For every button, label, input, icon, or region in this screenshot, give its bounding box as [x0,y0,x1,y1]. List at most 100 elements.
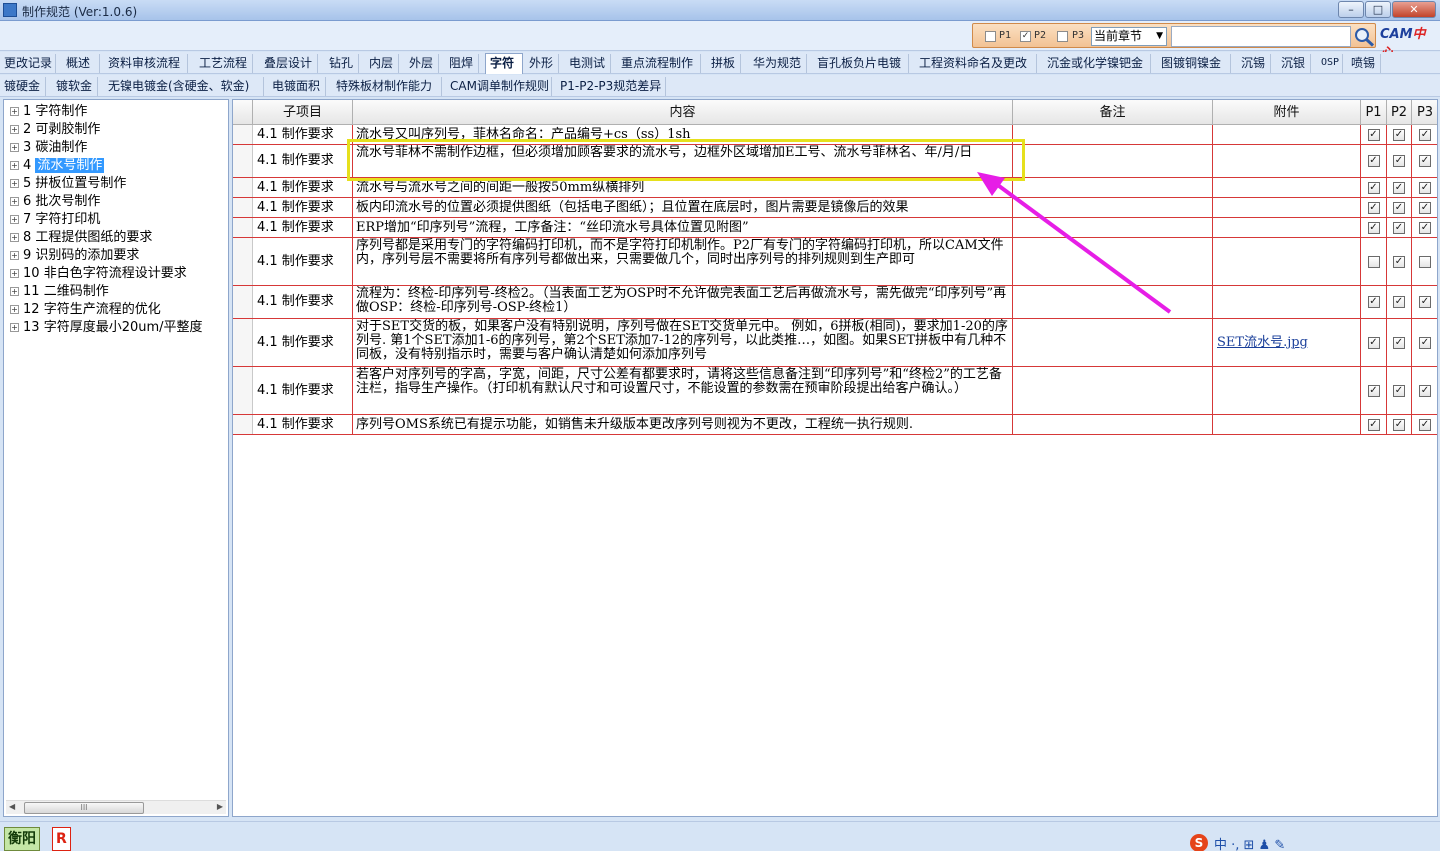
cell-remark[interactable] [1013,415,1213,434]
cell-sub[interactable]: 4.1 制作要求 [253,178,353,197]
tab-tabs_row1-9[interactable]: 字符 [485,53,523,74]
tab-tabs_row1-4[interactable]: 叠层设计 [260,54,318,73]
cell-p3[interactable]: ✓ [1412,238,1437,285]
cell-attach[interactable] [1213,218,1361,237]
cell-remark[interactable] [1013,367,1213,414]
scroll-thumb[interactable]: III [24,802,144,814]
cell-p2[interactable]: ✓ [1387,238,1412,285]
cell-p2[interactable]: ✓ [1387,178,1412,197]
cell-content[interactable]: 流程为：终检-印序列号-终检2。（当表面工艺为OSP时不允许做完表面工艺后再做流… [353,286,1013,318]
cell-content[interactable]: 序列号都是采用专门的字符编码打印机，而不是字符打印机制作。P2厂有专门的字符编码… [353,238,1013,285]
tab-tabs_row1-8[interactable]: 阻焊 [445,54,479,73]
cell-content[interactable]: ERP增加“印序列号”流程，工序备注：“丝印流水号具体位置见附图” [353,218,1013,237]
cell-attach[interactable] [1213,415,1361,434]
expand-icon[interactable]: + [10,179,19,188]
search-icon[interactable] [1353,26,1375,47]
p1-checkbox[interactable]: ✓ [1367,418,1380,431]
p2-checkbox[interactable]: ✓ [1393,384,1405,397]
tab-tabs_row1-1[interactable]: 概述 [62,54,100,73]
tab-tabs_row1-19[interactable]: 沉锡 [1237,54,1271,73]
cell-attach[interactable] [1213,286,1361,318]
maximize-button[interactable]: □ [1365,1,1391,18]
table-row[interactable]: 4.1 制作要求 流程为：终检-印序列号-终检2。（当表面工艺为OSP时不允许做完… [233,286,1437,319]
cell-p3[interactable]: ✓ [1412,319,1437,366]
cell-remark[interactable] [1013,218,1213,237]
p3-checkbox[interactable]: ✓ [1419,418,1431,431]
scroll-left-icon[interactable]: ◀ [9,802,15,811]
table-row[interactable]: 4.1 制作要求 ERP增加“印序列号”流程，工序备注：“丝印流水号具体位置见附图… [233,218,1437,238]
cell-sub[interactable]: 4.1 制作要求 [253,198,353,217]
table-row[interactable]: 4.1 制作要求 若客户对序列号的字高，字宽，间距，尺寸公差有都要求时，请将这些信… [233,367,1437,415]
tab-tabs_row1-16[interactable]: 工程资料命名及更改 [915,54,1037,73]
header-attach[interactable]: 附件 [1213,100,1361,125]
tree-item[interactable]: +4 流水号制作 [10,157,105,175]
p2-checkbox[interactable]: ✓ [1393,155,1405,167]
cell-remark[interactable] [1013,238,1213,285]
close-button[interactable]: ✕ [1392,1,1436,18]
cell-p2[interactable]: ✓ [1387,125,1412,144]
p2-checkbox[interactable]: ✓ [1393,221,1405,234]
cell-p1[interactable]: ✓ [1361,145,1387,177]
p1-checkbox[interactable]: ✓ [1367,201,1380,214]
scroll-right-icon[interactable]: ▶ [217,802,223,811]
p1-checkbox[interactable]: ✓ [1367,384,1380,397]
tab-tabs_row1-12[interactable]: 重点流程制作 [617,54,701,73]
cell-attach[interactable] [1213,367,1361,414]
p3-checkbox[interactable]: ✓ [1419,296,1431,308]
tab-tabs_row1-3[interactable]: 工艺流程 [195,54,253,73]
row-selector[interactable] [233,415,253,434]
expand-icon[interactable]: + [10,215,19,224]
cell-p1[interactable]: ✓ [1361,367,1387,414]
tree-item[interactable]: +1 字符制作 [10,103,87,121]
expand-icon[interactable]: + [10,143,19,152]
tab-tabs_row1-7[interactable]: 外层 [405,54,439,73]
tab-tabs_row2-3[interactable]: 电镀面积 [268,77,326,96]
table-row[interactable]: 4.1 制作要求 流水号与流水号之间的间距一般按50mm纵横排列 ✓ ✓ ✓ [233,178,1437,198]
expand-icon[interactable]: + [10,251,19,260]
p2-checkbox[interactable]: ✓ [1393,181,1405,194]
header-sub[interactable]: 子项目 [253,100,353,125]
cell-sub[interactable]: 4.1 制作要求 [253,145,353,177]
cell-p3[interactable]: ✓ [1412,178,1437,197]
expand-icon[interactable]: + [10,269,19,278]
p1-checkbox[interactable]: ✓ [1367,221,1380,234]
expand-icon[interactable]: + [10,233,19,242]
cell-attach[interactable] [1213,178,1361,197]
tab-tabs_row1-2[interactable]: 资料审核流程 [104,54,188,73]
table-row[interactable]: 4.1 制作要求 序列号都是采用专门的字符编码打印机，而不是字符打印机制作。P2厂… [233,238,1437,286]
grid-corner[interactable] [233,100,253,125]
tab-tabs_row1-17[interactable]: 沉金或化学镍钯金 [1043,54,1151,73]
cell-remark[interactable] [1013,286,1213,318]
p3-checkbox[interactable]: ✓ [1419,336,1431,349]
tree-item[interactable]: +10 非白色字符流程设计要求 [10,265,187,283]
cell-remark[interactable] [1013,145,1213,177]
tree-item[interactable]: +13 字符厚度最小20um/平整度 [10,319,203,337]
tab-tabs_row1-22[interactable]: 喷锡 [1347,54,1381,73]
cell-remark[interactable] [1013,198,1213,217]
header-p2[interactable]: P2 [1387,100,1412,125]
r-badge[interactable]: R [52,827,71,851]
tree-item[interactable]: +8 工程提供图纸的要求 [10,229,152,247]
tab-tabs_row1-10[interactable]: 外形 [525,54,559,73]
expand-icon[interactable]: + [10,305,19,314]
tab-tabs_row2-1[interactable]: 镀软金 [52,77,98,96]
p1-checkbox[interactable]: ✓ [1367,155,1380,167]
cell-sub[interactable]: 4.1 制作要求 [253,218,353,237]
tree-item[interactable]: +6 批次号制作 [10,193,100,211]
filter-p3-checkbox[interactable] [1057,31,1068,42]
tree-item[interactable]: +12 字符生产流程的优化 [10,301,161,319]
cell-sub[interactable]: 4.1 制作要求 [253,415,353,434]
cell-p1[interactable]: ✓ [1361,125,1387,144]
row-selector[interactable] [233,125,253,144]
tab-tabs_row1-14[interactable]: 华为规范 [749,54,807,73]
cell-remark[interactable] [1013,125,1213,144]
cell-p3[interactable]: ✓ [1412,125,1437,144]
cell-attach[interactable] [1213,125,1361,144]
cell-p3[interactable]: ✓ [1412,286,1437,318]
cell-sub[interactable]: 4.1 制作要求 [253,286,353,318]
header-content[interactable]: 内容 [353,100,1013,125]
tab-tabs_row1-5[interactable]: 钻孔 [325,54,359,73]
p2-checkbox[interactable]: ✓ [1393,128,1405,141]
cell-p3[interactable]: ✓ [1412,198,1437,217]
chapter-select[interactable]: 当前章节 ▼ [1091,27,1167,46]
